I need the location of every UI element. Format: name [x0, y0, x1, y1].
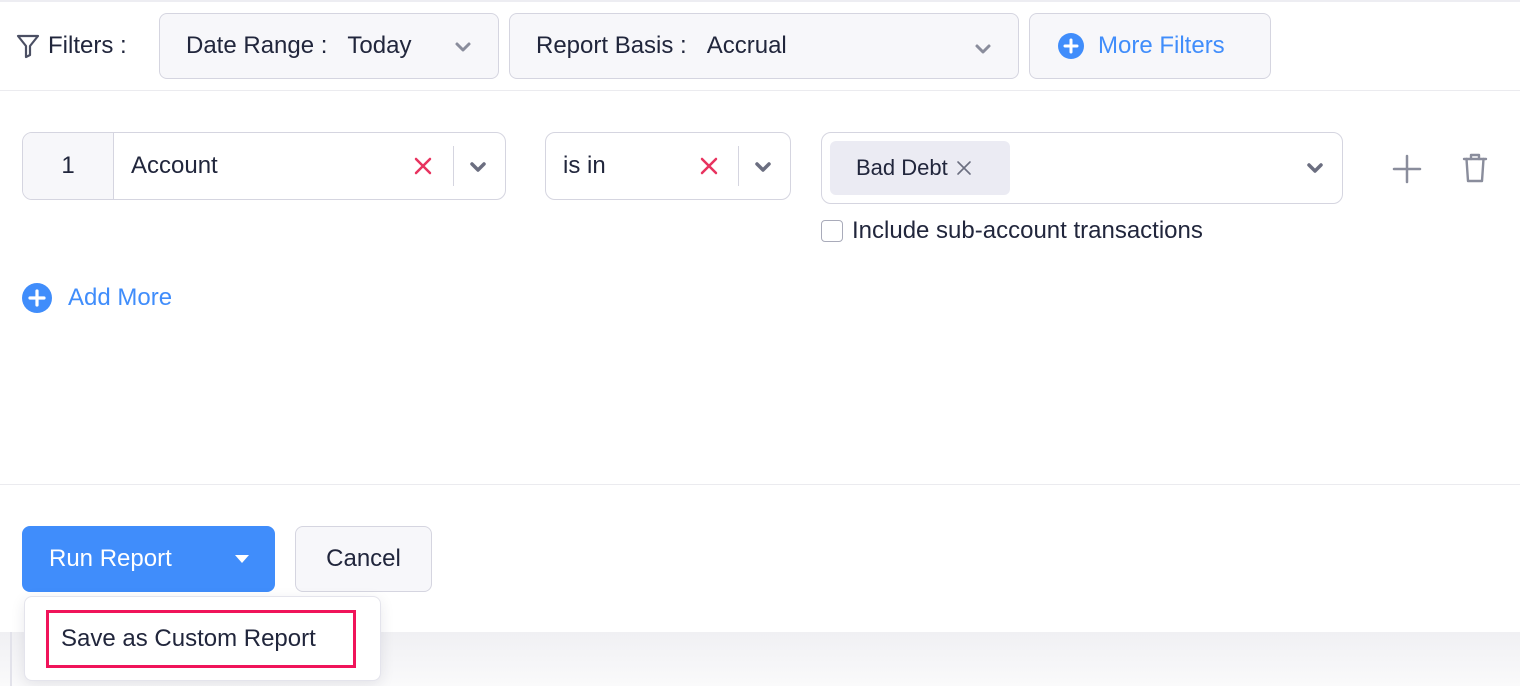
criteria-field[interactable]: Account: [114, 133, 505, 199]
report-basis-filter[interactable]: Report Basis : Accrual: [509, 13, 1019, 79]
date-range-value: Today: [347, 32, 411, 60]
trash-icon[interactable]: [1462, 152, 1488, 184]
date-range-filter[interactable]: Date Range : Today: [159, 13, 499, 79]
include-sub-accounts-label: Include sub-account transactions: [852, 217, 1203, 245]
chevron-down-icon[interactable]: [469, 161, 487, 173]
run-report-label: Run Report: [49, 545, 172, 573]
add-more-link[interactable]: Add More: [22, 283, 172, 313]
filters-label-text: Filters :: [48, 32, 127, 60]
criteria-field-value: Account: [131, 152, 218, 180]
save-as-custom-report-label: Save as Custom Report: [61, 625, 316, 653]
value-tag: Bad Debt: [830, 141, 1010, 195]
criteria-operator-select[interactable]: is in: [545, 132, 791, 200]
add-criteria-icon[interactable]: [1392, 154, 1422, 184]
plus-circle-icon: [22, 283, 52, 313]
chevron-down-icon[interactable]: [754, 161, 772, 173]
more-filters-label: More Filters: [1098, 32, 1225, 60]
separator: [738, 146, 739, 186]
divider: [0, 484, 1520, 485]
filter-bar: Filters : Date Range : Today Report Basi…: [0, 2, 1520, 91]
separator: [453, 146, 454, 186]
add-more-label: Add More: [68, 284, 172, 312]
caret-down-icon[interactable]: [235, 555, 249, 563]
cancel-button[interactable]: Cancel: [295, 526, 432, 592]
date-range-label: Date Range :: [186, 32, 327, 60]
chevron-down-icon: [454, 41, 472, 53]
clear-x-icon[interactable]: [414, 157, 432, 175]
run-report-button[interactable]: Run Report: [22, 526, 275, 592]
cancel-label: Cancel: [326, 545, 401, 573]
clear-x-icon[interactable]: [700, 157, 718, 175]
report-basis-label: Report Basis :: [536, 32, 687, 60]
criteria-value-select[interactable]: Bad Debt: [821, 132, 1343, 204]
value-tag-label: Bad Debt: [856, 155, 948, 181]
criteria-index: 1: [23, 133, 114, 199]
remove-tag-icon[interactable]: [956, 160, 972, 176]
report-basis-value: Accrual: [707, 32, 787, 60]
chevron-down-icon: [974, 43, 992, 55]
criteria-operator-value: is in: [563, 152, 606, 180]
funnel-icon: [16, 33, 40, 59]
include-sub-accounts-checkbox[interactable]: [821, 220, 843, 242]
criteria-field-select[interactable]: 1 Account: [22, 132, 506, 200]
include-sub-accounts[interactable]: Include sub-account transactions: [821, 217, 1203, 245]
save-as-custom-report-item[interactable]: Save as Custom Report: [46, 610, 356, 668]
chevron-down-icon[interactable]: [1306, 162, 1324, 174]
panel-edge: [10, 632, 12, 686]
run-report-dropdown: Save as Custom Report: [24, 596, 381, 681]
filters-label: Filters :: [16, 32, 127, 60]
plus-circle-icon: [1058, 33, 1084, 59]
more-filters-button[interactable]: More Filters: [1029, 13, 1271, 79]
